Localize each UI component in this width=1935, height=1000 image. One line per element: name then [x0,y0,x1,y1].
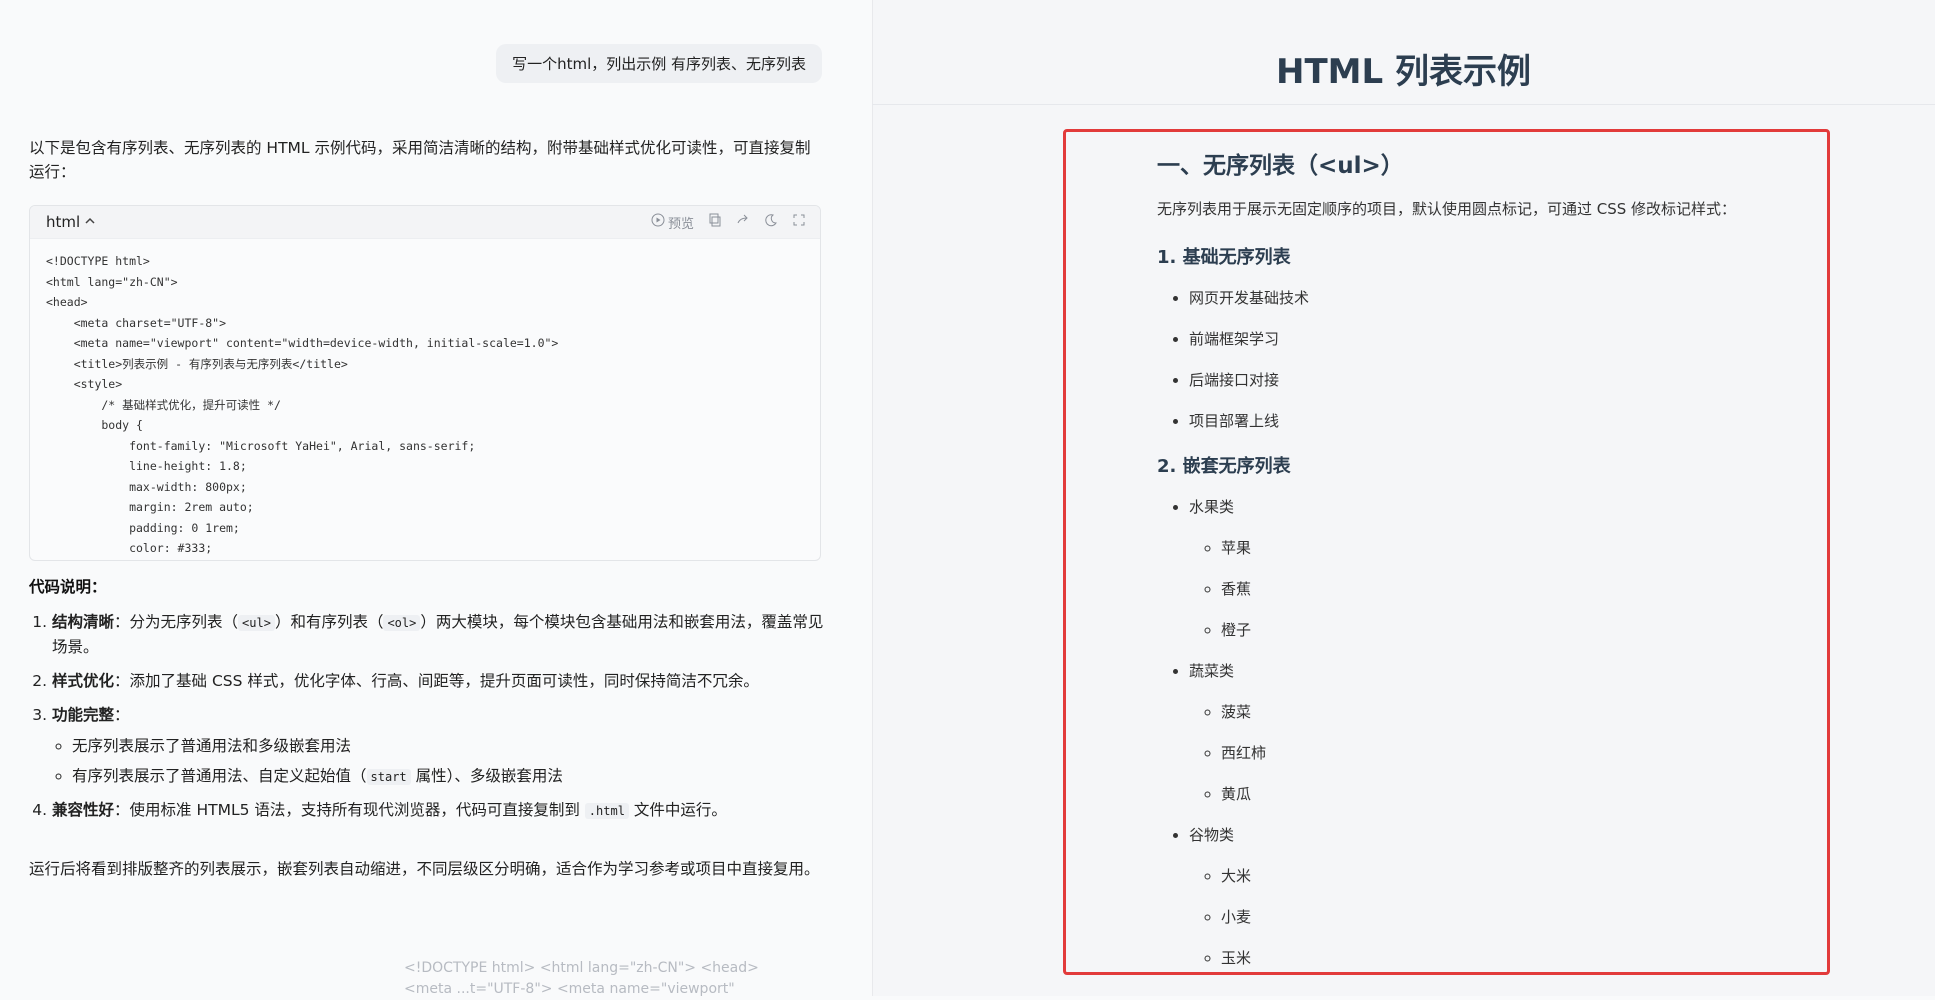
explanation-list: 结构清晰：分为无序列表（<ul>）和有序列表（<ol>）两大模块，每个模块包含基… [29,610,829,833]
preview-content: 一、无序列表（<ul>） 无序列表用于展示无固定顺序的项目，默认使用圆点标记，可… [1157,140,1797,989]
code-language-label: html [46,213,81,231]
explanation-item-compat: 兼容性好：使用标准 HTML5 语法，支持所有现代浏览器，代码可直接复制到 .h… [52,798,829,823]
copy-icon[interactable] [708,213,722,231]
subsection-title: 2. 嵌套无序列表 [1157,456,1291,477]
assistant-intro: 以下是包含有序列表、无序列表的 HTML 示例代码，采用简洁清晰的结构，附带基础… [29,139,811,181]
code-line: <!DOCTYPE html> [46,254,150,268]
nested-unordered-list: 水果类苹果香蕉橙子蔬菜类菠菜西红柿黄瓜谷物类大米小麦玉米 [1157,496,1797,969]
nested-list-item: 苹果 [1221,537,1797,559]
code-line: <style> [46,377,123,391]
code-toolbar: 预览 [651,213,806,232]
code-line: /* 基础样式优化，提升可读性 */ [46,397,281,412]
code-content: <!DOCTYPE html> <html lang="zh-CN"> <head>… [30,239,820,560]
code-language-toggle[interactable]: html [46,213,96,231]
list-item: 项目部署上线 [1189,410,1797,432]
preview-page-title: HTML 列表示例 [1276,52,1531,92]
list-item: 水果类苹果香蕉橙子 [1189,496,1797,641]
preview-label: 预览 [667,216,694,232]
code-line: <head> [46,295,88,309]
list-group-label: 水果类 [1189,498,1235,516]
list-item: 后端接口对接 [1189,369,1797,391]
nested-list-item: 西红柿 [1221,742,1797,764]
nested-list-item: 黄瓜 [1221,783,1797,805]
nested-list-item: 香蕉 [1221,578,1797,600]
explanation-item-function: 功能完整： 无序列表展示了普通用法和多级嵌套用法 有序列表展示了普通用法、自定义… [52,703,829,788]
explanation-item-style: 样式优化：添加了基础 CSS 样式，优化字体、行高、间距等，提升页面可读性，同时… [52,669,829,693]
code-block: html 预览 <!DOCTYPE html> <html lang="zh-CN… [29,205,821,561]
code-line: line-height: 1.8; [46,459,247,473]
list-item: 网页开发基础技术 [1189,287,1797,309]
chevron-up-icon [84,213,96,231]
section-title: 一、无序列表（<ul>） [1157,153,1404,179]
code-line: font-family: "Microsoft YaHei", Arial, s… [46,438,476,453]
explanation-title: 代码说明： [29,578,107,596]
list-item: 前端框架学习 [1189,328,1797,350]
code-line: body { [46,418,143,432]
code-line: color: #333; [46,541,213,555]
code-line: padding: 0 1rem; [46,520,240,535]
code-line: <html lang="zh-CN"> [46,274,178,289]
list-group-label: 蔬菜类 [1189,662,1235,680]
subsection-title: 1. 基础无序列表 [1157,247,1291,268]
explanation-subitem: 有序列表展示了普通用法、自定义起始值（start 属性）、多级嵌套用法 [72,765,829,788]
section-description: 无序列表用于展示无固定顺序的项目，默认使用圆点标记，可通过 CSS 修改标记样式… [1157,200,1737,218]
code-line: margin: 2rem auto; [46,500,254,514]
list-item: 谷物类大米小麦玉米 [1189,824,1797,969]
share-icon[interactable] [736,213,750,231]
faded-code-snippet: <!DOCTYPE html> <html lang="zh-CN"> <hea… [404,960,759,997]
explanation-subitem: 无序列表展示了普通用法和多级嵌套用法 [72,735,829,757]
preview-button[interactable]: 预览 [651,213,694,232]
play-icon [651,213,665,231]
nested-list-item: 玉米 [1221,947,1797,969]
divider [872,104,1935,105]
code-line: <title>列表示例 - 有序列表与无序列表</title> [46,356,348,371]
code-line: max-width: 800px; [46,479,247,494]
list-item: 蔬菜类菠菜西红柿黄瓜 [1189,660,1797,805]
user-message-bubble: 写一个html，列出示例 有序列表、无序列表 [496,44,822,83]
expand-icon[interactable] [792,213,806,231]
basic-unordered-list: 网页开发基础技术前端框架学习后端接口对接项目部署上线 [1157,287,1797,432]
code-line: <meta charset="UTF-8"> [46,315,227,330]
assistant-outro: 运行后将看到排版整齐的列表展示，嵌套列表自动缩进，不同层级区分明确，适合作为学习… [29,860,820,878]
nested-list-item: 菠菜 [1221,701,1797,723]
code-block-header: html 预览 [30,206,820,239]
chat-panel: 写一个html，列出示例 有序列表、无序列表 以下是包含有序列表、无序列表的 H… [0,0,872,997]
list-group-label: 谷物类 [1189,826,1235,844]
code-line: <meta name="viewport" content="width=dev… [46,336,559,350]
nested-list-item: 大米 [1221,865,1797,887]
nested-list-item: 小麦 [1221,906,1797,928]
nested-list-item: 橙子 [1221,619,1797,641]
explanation-item-structure: 结构清晰：分为无序列表（<ul>）和有序列表（<ol>）两大模块，每个模块包含基… [52,610,829,659]
theme-icon[interactable] [764,213,778,231]
